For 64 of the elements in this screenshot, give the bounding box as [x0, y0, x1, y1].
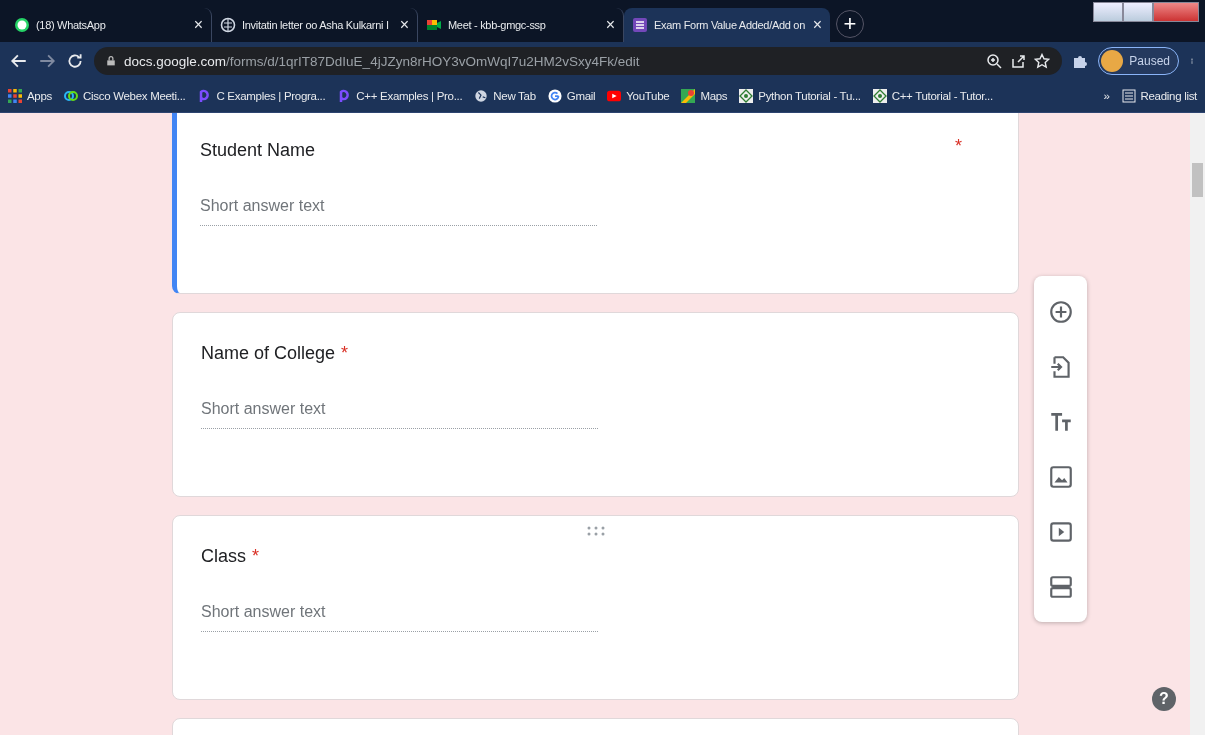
g-logo-icon: [547, 89, 562, 103]
form-icon: [632, 17, 648, 33]
profile-button[interactable]: Paused: [1098, 47, 1179, 75]
question-title: Class: [201, 546, 246, 567]
bookmark[interactable]: Cisco Webex Meeti...: [64, 89, 186, 103]
question-title: Name of College: [201, 343, 336, 364]
bookmark[interactable]: Python Tutorial - Tu...: [739, 89, 861, 103]
bookmark[interactable]: C Examples | Progra...: [197, 89, 326, 103]
more-bookmarks-button[interactable]: »: [1103, 90, 1110, 102]
required-asterisk: *: [341, 343, 349, 363]
address-bar[interactable]: docs.google.com/forms/d/1qrIT87DdIuE_4jJZyn8rHOY3vOmWqI7u2HM2vSxy4Fk/edit: [94, 47, 1063, 75]
bookmark[interactable]: New Tab: [474, 89, 536, 103]
bookmark[interactable]: Maps: [681, 89, 728, 103]
drag-handle-icon[interactable]: [586, 526, 605, 536]
diamond-logo-icon: [739, 89, 754, 103]
scroll-thumb[interactable]: [1192, 163, 1203, 197]
question-title: Student Name: [200, 140, 316, 161]
bookmark[interactable]: YouTube: [607, 89, 670, 103]
required-asterisk: *: [252, 546, 260, 566]
puzzle-icon[interactable]: [1072, 53, 1089, 69]
zoom-icon[interactable]: [986, 53, 1003, 69]
video-icon: [426, 17, 442, 33]
chat-icon: [14, 17, 30, 33]
minimize-button[interactable]: [1093, 2, 1123, 22]
share-icon[interactable]: [1010, 53, 1027, 69]
short-answer-field[interactable]: Short answer text: [201, 400, 598, 429]
question-card[interactable]: Class * Short answer text: [172, 515, 1019, 700]
question-card[interactable]: Name of College * Short answer text: [172, 312, 1019, 497]
browser-tab[interactable]: Exam Form Value Added/Add on ×: [624, 8, 830, 42]
apps-grid-icon: [8, 89, 22, 103]
short-answer-field[interactable]: Short answer text: [200, 197, 597, 226]
bookmark[interactable]: Gmail: [547, 89, 596, 103]
p-logo-icon: [197, 89, 212, 103]
webex-icon: [64, 89, 78, 103]
close-tab-button[interactable]: ×: [605, 17, 615, 33]
p-logo-icon: [337, 89, 352, 103]
avatar: [1101, 50, 1124, 72]
section-icon[interactable]: [1047, 573, 1074, 600]
scrollbar[interactable]: [1190, 113, 1205, 735]
add-question-icon[interactable]: [1047, 298, 1074, 325]
close-tab-button[interactable]: ×: [399, 17, 409, 33]
bookmark[interactable]: Apps: [8, 89, 52, 103]
map-pin-icon: [681, 89, 696, 103]
forward-icon[interactable]: [38, 52, 56, 70]
restore-button[interactable]: [1123, 2, 1153, 22]
list-icon: [1121, 89, 1136, 103]
star-icon[interactable]: [1034, 53, 1051, 69]
image-icon[interactable]: [1047, 463, 1074, 490]
question-card[interactable]: Student Name * Short answer text: [172, 113, 1019, 294]
required-asterisk: *: [955, 136, 962, 157]
new-tab-button[interactable]: +: [836, 10, 864, 38]
bookmark[interactable]: C++ Tutorial - Tutor...: [872, 89, 993, 103]
close-tab-button[interactable]: ×: [193, 17, 203, 33]
help-button[interactable]: ?: [1152, 687, 1176, 711]
globe-icon: [220, 17, 236, 33]
play-logo-icon: [607, 89, 622, 103]
globe-icon: [474, 89, 489, 103]
diamond-logo-icon: [872, 89, 887, 103]
bookmark[interactable]: C++ Examples | Pro...: [337, 89, 463, 103]
reading-list-button[interactable]: Reading list: [1121, 89, 1197, 103]
reload-icon[interactable]: [66, 52, 84, 70]
back-icon[interactable]: [10, 52, 28, 70]
close-tab-button[interactable]: ×: [812, 17, 822, 33]
short-answer-field[interactable]: Short answer text: [201, 603, 598, 632]
